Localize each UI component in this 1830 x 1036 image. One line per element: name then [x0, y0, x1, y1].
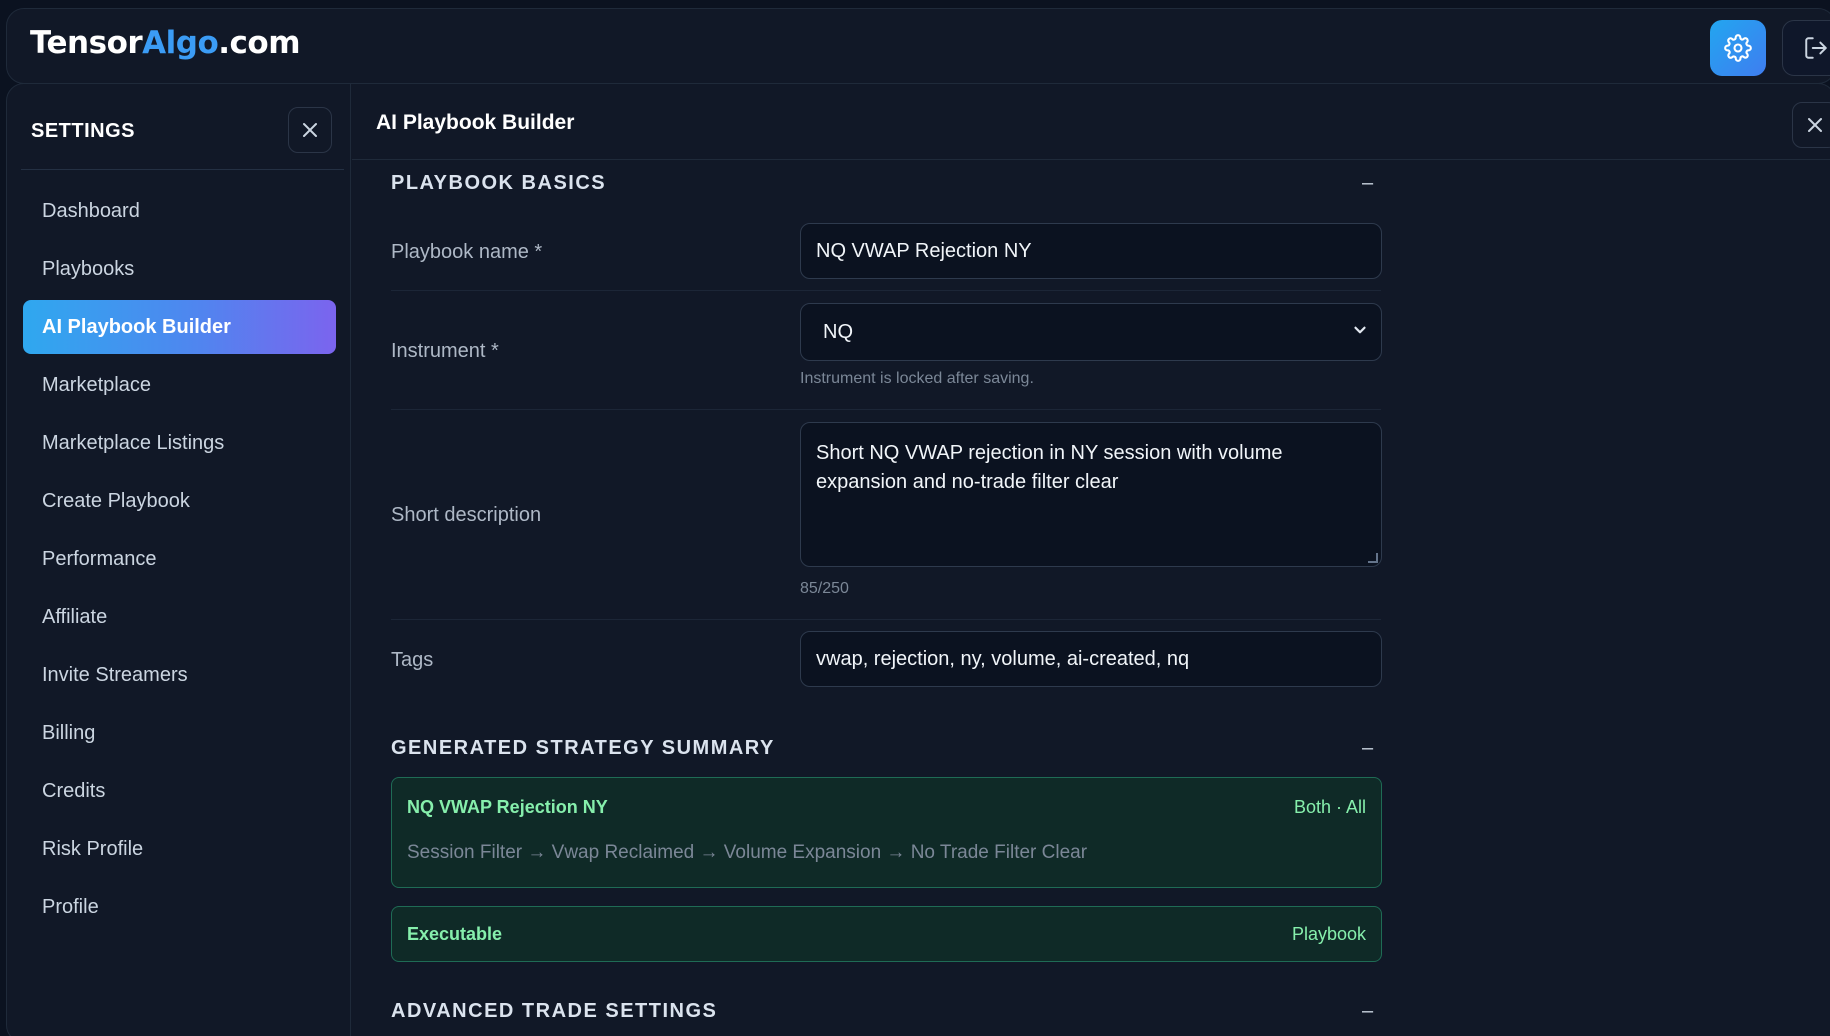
- sidebar-item-label: Billing: [42, 721, 96, 744]
- settings-sidebar: SETTINGS Dashboard Playbooks AI Playbook…: [7, 84, 351, 1036]
- sidebar-item-label: Risk Profile: [42, 837, 144, 860]
- brand-name-part1: Tensor: [30, 25, 143, 61]
- sidebar-item-create-playbook[interactable]: Create Playbook: [23, 474, 336, 528]
- tags-value: vwap, rejection, ny, volume, ai-created,…: [816, 647, 1190, 670]
- collapse-playbook-basics-icon[interactable]: –: [1362, 172, 1373, 195]
- sidebar-item-label: Marketplace: [42, 373, 151, 396]
- strategy-summary-card: NQ VWAP Rejection NY Both · All Session …: [391, 777, 1382, 888]
- sidebar-item-label: Credits: [42, 779, 106, 802]
- instrument-select[interactable]: NQ: [800, 303, 1382, 361]
- instrument-hint: Instrument is locked after saving.: [800, 370, 1034, 387]
- section-title-strategy-summary[interactable]: GENERATED STRATEGY SUMMARY: [391, 737, 775, 760]
- executable-status-card: Executable Playbook: [391, 906, 1382, 962]
- short-description-value: Short NQ VWAP rejection in NY session wi…: [816, 442, 1283, 493]
- playbook-name-input[interactable]: NQ VWAP Rejection NY: [800, 223, 1382, 279]
- instrument-label: Instrument *: [391, 340, 499, 362]
- brand-name-part3: .com: [218, 25, 301, 61]
- sidebar-item-label: AI Playbook Builder: [42, 315, 231, 338]
- main-content: AI Playbook Builder PLAYBOOK BASICS – Pl…: [352, 84, 1830, 1036]
- section-title-advanced-trade-settings[interactable]: ADVANCED TRADE SETTINGS: [391, 1000, 717, 1023]
- sidebar-item-playbooks[interactable]: Playbooks: [23, 242, 336, 296]
- main-header: AI Playbook Builder: [352, 84, 1830, 160]
- sidebar-item-dashboard[interactable]: Dashboard: [23, 184, 336, 238]
- sidebar-item-ai-playbook-builder[interactable]: AI Playbook Builder: [23, 300, 336, 354]
- tags-label: Tags: [391, 649, 434, 671]
- description-char-count: 85/250: [800, 580, 849, 597]
- status-label: Executable: [407, 924, 503, 944]
- sidebar-item-label: Create Playbook: [42, 489, 190, 512]
- playbook-name-value: NQ VWAP Rejection NY: [816, 239, 1032, 262]
- sidebar-close-button[interactable]: [288, 107, 332, 153]
- chevron-down-icon: [1354, 326, 1366, 334]
- sidebar-item-marketplace[interactable]: Marketplace: [23, 358, 336, 412]
- row-divider: [391, 619, 1381, 620]
- settings-panel: SETTINGS Dashboard Playbooks AI Playbook…: [6, 83, 1830, 1036]
- strategy-flow: Session Filter → Vwap Reclaimed → Volume…: [407, 842, 1088, 863]
- logout-button[interactable]: [1782, 20, 1830, 76]
- page-title: AI Playbook Builder: [376, 111, 575, 134]
- sidebar-item-label: Performance: [42, 547, 157, 570]
- sidebar-item-billing[interactable]: Billing: [23, 706, 336, 760]
- sidebar-header: SETTINGS: [21, 84, 344, 170]
- close-icon: [303, 123, 317, 137]
- row-divider: [391, 409, 1381, 410]
- strategy-name: NQ VWAP Rejection NY: [407, 797, 608, 817]
- sidebar-item-performance[interactable]: Performance: [23, 532, 336, 586]
- brand-logo[interactable]: TensorAlgo.com: [30, 25, 301, 61]
- instrument-value: NQ: [823, 320, 853, 343]
- short-description-label: Short description: [391, 504, 542, 526]
- sidebar-title: SETTINGS: [31, 120, 136, 142]
- close-icon: [1808, 118, 1822, 132]
- tags-input[interactable]: vwap, rejection, ny, volume, ai-created,…: [800, 631, 1382, 687]
- resize-handle[interactable]: [1368, 553, 1378, 563]
- brand-name-part2: Algo: [142, 25, 219, 61]
- short-description-textarea[interactable]: Short NQ VWAP rejection in NY session wi…: [800, 422, 1382, 567]
- sidebar-item-affiliate[interactable]: Affiliate: [23, 590, 336, 644]
- sidebar-item-label: Invite Streamers: [42, 663, 188, 686]
- playbook-name-label: Playbook name *: [391, 241, 543, 263]
- close-builder-button[interactable]: [1792, 102, 1830, 148]
- logout-icon: [1805, 37, 1827, 59]
- collapse-advanced-icon[interactable]: –: [1362, 1000, 1373, 1023]
- settings-button[interactable]: [1710, 20, 1766, 76]
- sidebar-item-label: Profile: [42, 895, 99, 918]
- sidebar-item-invite-streamers[interactable]: Invite Streamers: [23, 648, 336, 702]
- sidebar-item-label: Marketplace Listings: [42, 431, 225, 454]
- sidebar-item-marketplace-listings[interactable]: Marketplace Listings: [23, 416, 336, 470]
- strategy-direction-meta: Both · All: [1293, 797, 1366, 817]
- row-divider: [391, 290, 1381, 291]
- status-meta: Playbook: [1291, 924, 1366, 944]
- gear-icon: [1724, 34, 1752, 62]
- top-bar: TensorAlgo.com: [6, 8, 1830, 84]
- sidebar-item-credits[interactable]: Credits: [23, 764, 336, 818]
- sidebar-item-label: Affiliate: [42, 605, 108, 628]
- section-title-playbook-basics[interactable]: PLAYBOOK BASICS: [391, 172, 606, 195]
- sidebar-item-risk-profile[interactable]: Risk Profile: [23, 822, 336, 876]
- sidebar-item-profile[interactable]: Profile: [23, 880, 336, 934]
- collapse-strategy-summary-icon[interactable]: –: [1362, 737, 1373, 760]
- sidebar-item-label: Playbooks: [42, 257, 135, 280]
- sidebar-item-label: Dashboard: [42, 199, 140, 222]
- sidebar-nav: Dashboard Playbooks AI Playbook Builder …: [23, 184, 336, 938]
